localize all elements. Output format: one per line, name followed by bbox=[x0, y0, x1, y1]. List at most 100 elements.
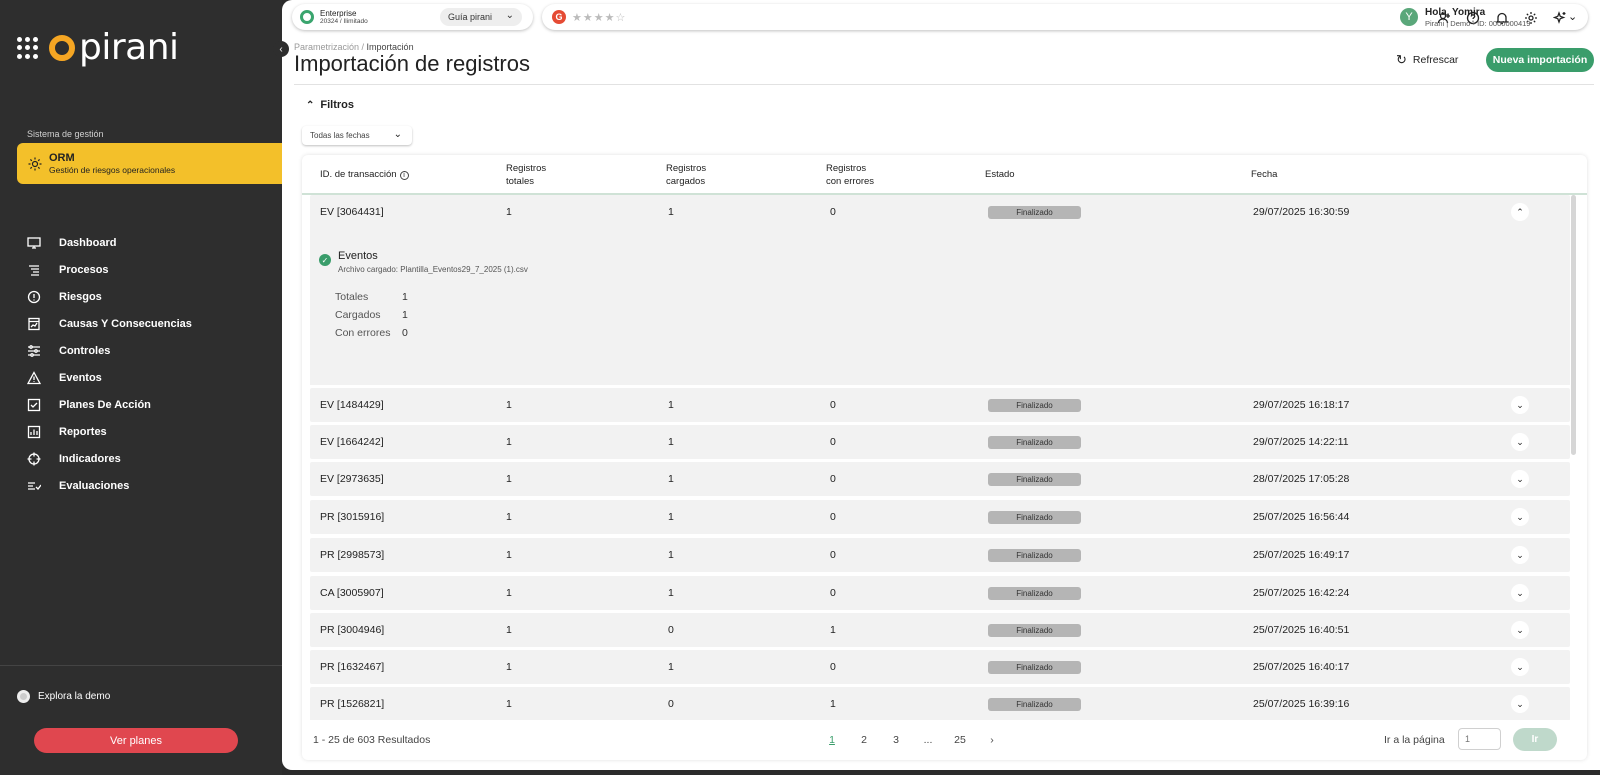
collapse-sidebar-chevron-icon[interactable]: ‹ bbox=[273, 41, 289, 57]
table-row[interactable]: EV [3064431] 1 1 0 Finalizado 29/07/2025… bbox=[310, 195, 1570, 229]
sidebar-item-dashboard[interactable]: Dashboard bbox=[27, 229, 192, 256]
sidebar-item-label: Reportes bbox=[59, 425, 107, 438]
sidebar-item-label: Eventos bbox=[59, 371, 102, 384]
collapse-row-chevron-up-icon[interactable]: ⌃ bbox=[1511, 203, 1529, 221]
goto-page-button[interactable]: Ir bbox=[1513, 728, 1557, 751]
sidebar-item-eventos[interactable]: Eventos bbox=[27, 364, 192, 391]
table-row[interactable]: PR [1632467] 1 1 0 Finalizado 25/07/2025… bbox=[310, 650, 1570, 684]
status-badge: Finalizado bbox=[988, 549, 1081, 562]
sidebar-item-evaluaciones[interactable]: Evaluaciones bbox=[27, 472, 192, 499]
module-subtitle: Gestión de riesgos operacionales bbox=[49, 165, 176, 176]
table-row[interactable]: PR [3004946] 1 0 1 Finalizado 25/07/2025… bbox=[310, 613, 1570, 647]
expand-row-chevron-down-icon[interactable]: ⌄ bbox=[1511, 396, 1529, 414]
cell-errors: 0 bbox=[830, 399, 836, 411]
expand-row-chevron-down-icon[interactable]: ⌄ bbox=[1511, 433, 1529, 451]
cell-date: 29/07/2025 16:30:59 bbox=[1253, 206, 1350, 218]
table-scrollbar[interactable] bbox=[1571, 195, 1576, 455]
page-link-3[interactable]: 3 bbox=[880, 734, 912, 746]
sidebar-item-planes[interactable]: Planes De Acción bbox=[27, 391, 192, 418]
detail-file: Archivo cargado: Plantilla_Eventos29_7_2… bbox=[338, 265, 528, 274]
cell-date: 25/07/2025 16:39:16 bbox=[1253, 698, 1350, 710]
status-badge: Finalizado bbox=[988, 436, 1081, 449]
header-divider bbox=[294, 84, 1594, 85]
cell-total: 1 bbox=[506, 206, 512, 218]
goto-page-input[interactable] bbox=[1458, 728, 1501, 750]
table-row[interactable]: EV [1664242] 1 1 0 Finalizado 29/07/2025… bbox=[310, 425, 1570, 459]
guide-select[interactable]: Guía pirani ⌄ bbox=[440, 8, 522, 26]
expand-row-chevron-down-icon[interactable]: ⌄ bbox=[1511, 621, 1529, 639]
cell-errors: 0 bbox=[830, 206, 836, 218]
rating-stars[interactable]: ★★★★☆ bbox=[572, 11, 626, 24]
module-orm[interactable]: ORM Gestión de riesgos operacionales bbox=[17, 143, 295, 184]
stat-value-cargados: 1 bbox=[402, 309, 408, 321]
table-row[interactable]: EV [1484429] 1 1 0 Finalizado 29/07/2025… bbox=[310, 388, 1570, 422]
sidebar-item-riesgos[interactable]: Riesgos bbox=[27, 283, 192, 310]
new-import-button[interactable]: Nueva importación bbox=[1486, 48, 1594, 72]
cell-loaded: 1 bbox=[668, 436, 674, 448]
plan-subtitle: 20324 / Ilimitado bbox=[320, 18, 368, 26]
expand-row-chevron-down-icon[interactable]: ⌄ bbox=[1511, 546, 1529, 564]
next-page-chevron-right-icon[interactable]: › bbox=[976, 734, 1008, 746]
sparkles-icon[interactable] bbox=[1552, 10, 1568, 26]
stat-value-totales: 1 bbox=[402, 291, 408, 303]
sidebar-item-reportes[interactable]: Reportes bbox=[27, 418, 192, 445]
cell-errors: 0 bbox=[830, 473, 836, 485]
chevron-up-icon: ⌃ bbox=[306, 99, 315, 111]
cell-id: EV [1664242] bbox=[320, 436, 384, 448]
table-row[interactable]: PR [3015916] 1 1 0 Finalizado 25/07/2025… bbox=[310, 500, 1570, 534]
cell-total: 1 bbox=[506, 399, 512, 411]
stat-label-totales: Totales bbox=[335, 291, 369, 303]
cell-loaded: 1 bbox=[668, 587, 674, 599]
sidebar-item-label: Planes De Acción bbox=[59, 398, 151, 411]
module-title: ORM bbox=[49, 151, 75, 164]
main-content: Enterprise 20324 / Ilimitado Guía pirani… bbox=[282, 0, 1600, 770]
expand-row-chevron-down-icon[interactable]: ⌄ bbox=[1511, 658, 1529, 676]
status-badge: Finalizado bbox=[988, 587, 1081, 600]
expand-row-chevron-down-icon[interactable]: ⌄ bbox=[1511, 584, 1529, 602]
filters-toggle[interactable]: ⌃ Filtros bbox=[306, 99, 354, 111]
cell-loaded: 1 bbox=[668, 399, 674, 411]
status-badge: Finalizado bbox=[988, 661, 1081, 674]
page-link-1[interactable]: 1 bbox=[816, 734, 848, 746]
sidebar-item-controles[interactable]: Controles bbox=[27, 337, 192, 364]
sidebar-item-causas[interactable]: Causas Y Consecuencias bbox=[27, 310, 192, 337]
brand: pirani bbox=[17, 30, 179, 66]
cell-id: PR [1632467] bbox=[320, 661, 385, 673]
row-detail-panel: ✓ Eventos Archivo cargado: Plantilla_Eve… bbox=[310, 227, 1570, 385]
info-icon[interactable]: i bbox=[399, 171, 409, 180]
avatar[interactable]: Y bbox=[1400, 8, 1418, 26]
sidebar-item-procesos[interactable]: Procesos bbox=[27, 256, 192, 283]
toggle-dot-icon bbox=[17, 690, 30, 703]
evaluation-icon bbox=[27, 479, 41, 493]
page-link-25[interactable]: 25 bbox=[944, 734, 976, 746]
cell-id: EV [3064431] bbox=[320, 206, 384, 218]
table-row[interactable]: EV [2973635] 1 1 0 Finalizado 28/07/2025… bbox=[310, 462, 1570, 496]
sidebar-item-label: Procesos bbox=[59, 263, 109, 276]
expand-row-chevron-down-icon[interactable]: ⌄ bbox=[1511, 508, 1529, 526]
cell-date: 25/07/2025 16:42:24 bbox=[1253, 587, 1350, 599]
expand-row-chevron-down-icon[interactable]: ⌄ bbox=[1511, 695, 1529, 713]
status-badge: Finalizado bbox=[988, 698, 1081, 711]
explore-demo-label: Explora la demo bbox=[38, 691, 111, 702]
apps-grid-icon[interactable] bbox=[17, 37, 39, 59]
warning-triangle-icon bbox=[27, 370, 41, 385]
status-badge: Finalizado bbox=[988, 399, 1081, 412]
column-header-date: Fecha bbox=[1251, 169, 1278, 180]
user-menu-chevron-icon[interactable]: ⌄ bbox=[1568, 10, 1577, 23]
stat-value-errores: 0 bbox=[402, 327, 408, 339]
page-link-2[interactable]: 2 bbox=[848, 734, 880, 746]
sidebar-item-label: Evaluaciones bbox=[59, 479, 130, 492]
plan-box[interactable]: Enterprise 20324 / Ilimitado Guía pirani… bbox=[292, 4, 533, 30]
table-row[interactable]: PR [2998573] 1 1 0 Finalizado 25/07/2025… bbox=[310, 538, 1570, 572]
date-filter-select[interactable]: Todas las fechas ⌄ bbox=[302, 126, 412, 145]
view-plans-button[interactable]: Ver planes bbox=[34, 728, 238, 753]
refresh-label: Refrescar bbox=[1412, 54, 1459, 66]
table-row[interactable]: CA [3005907] 1 1 0 Finalizado 25/07/2025… bbox=[310, 576, 1570, 610]
explore-demo-toggle[interactable]: Explora la demo bbox=[17, 690, 110, 703]
refresh-button[interactable]: ↻ Refrescar bbox=[1396, 52, 1458, 68]
table-row[interactable]: PR [1526821] 1 0 1 Finalizado 25/07/2025… bbox=[310, 687, 1570, 720]
sidebar-item-label: Controles bbox=[59, 344, 111, 357]
expand-row-chevron-down-icon[interactable]: ⌄ bbox=[1511, 470, 1529, 488]
cell-loaded: 0 bbox=[668, 698, 674, 710]
sidebar-item-indicadores[interactable]: Indicadores bbox=[27, 445, 192, 472]
